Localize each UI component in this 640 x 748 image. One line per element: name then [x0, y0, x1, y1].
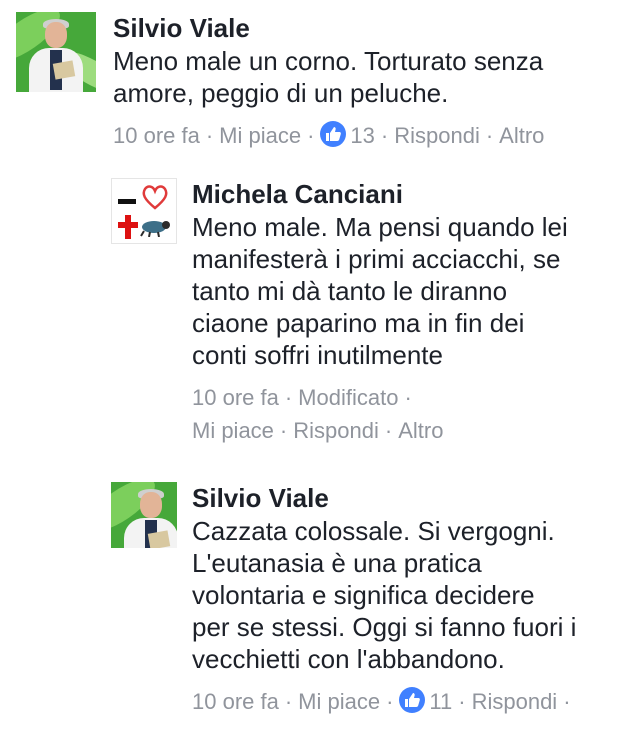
comment-text-line: ciaone paparino ma in fin dei	[192, 308, 525, 338]
comment-text-line: manifesterà i primi acciacchi, se	[192, 244, 561, 274]
comment-meta: 10 ore fa · Mi piace · 13 · Rispondi · Altro	[113, 119, 626, 152]
avatar[interactable]	[111, 482, 177, 548]
creature-icon	[140, 221, 170, 237]
comment-text-line: per se stessi. Oggi si fanno fuori i	[192, 612, 577, 642]
reply-button[interactable]: Rispondi	[293, 418, 379, 443]
comment-author[interactable]: Silvio Viale	[192, 482, 626, 514]
separator: ·	[284, 689, 293, 715]
timestamp[interactable]: 10 ore fa	[113, 123, 200, 148]
like-button[interactable]: Mi piace	[298, 689, 380, 714]
separator: ·	[279, 418, 288, 444]
reply-comment: Silvio Viale Cazzata colossale. Si vergo…	[111, 482, 626, 718]
comment-text-line: conti soffri inutilmente	[192, 340, 443, 370]
comment-text-line: Meno male. Ma pensi quando lei	[192, 212, 568, 242]
separator: ·	[404, 385, 412, 411]
comment-text: Meno male un corno. Torturato senza amor…	[113, 45, 626, 109]
thumbs-up-icon	[399, 687, 426, 714]
cross-icon	[118, 215, 138, 239]
comment-text-line: volontaria e significa decidere	[192, 580, 535, 610]
reply-comment: Michela Canciani Meno male. Ma pensi qua…	[111, 178, 626, 447]
comment-author[interactable]: Silvio Viale	[113, 12, 626, 44]
separator: ·	[384, 418, 393, 444]
thumbs-up-icon	[320, 121, 347, 148]
comment-text: Cazzata colossale. Si vergogni. L'eutana…	[192, 515, 626, 675]
comment-text-line: tanto mi dà tanto le diranno	[192, 276, 508, 306]
separator: ·	[458, 689, 466, 715]
comment-meta: Mi piace · Rispondi · Altro	[192, 414, 626, 447]
timestamp[interactable]: 10 ore fa	[192, 385, 279, 410]
comment: Silvio Viale Meno male un corno. Tortura…	[16, 12, 626, 152]
comment-text-line: amore, peggio di un peluche.	[113, 78, 449, 108]
separator: ·	[386, 689, 394, 715]
edited-label[interactable]: Modificato	[298, 385, 398, 410]
separator: ·	[380, 123, 389, 149]
separator: ·	[284, 385, 293, 411]
timestamp[interactable]: 10 ore fa	[192, 689, 279, 714]
like-button[interactable]: Mi piace	[219, 123, 301, 148]
comment-text-line: Cazzata colossale. Si vergogni.	[192, 516, 555, 546]
minus-icon	[118, 199, 136, 204]
more-button[interactable]: Altro	[499, 123, 544, 148]
avatar[interactable]	[16, 12, 96, 92]
separator: ·	[563, 689, 571, 715]
comment-meta: 10 ore fa · Mi piace · 11 · Rispondi ·	[192, 685, 626, 718]
comment-text-line: vecchietti con l'abbandono.	[192, 644, 505, 674]
heart-icon	[142, 185, 168, 210]
comment-text-line: L'eutanasia è una pratica	[192, 548, 482, 578]
comment-text-line: Meno male un corno. Torturato senza	[113, 46, 544, 76]
separator: ·	[485, 123, 494, 149]
like-count[interactable]: 11	[429, 689, 452, 714]
separator: ·	[307, 123, 315, 149]
separator: ·	[205, 123, 214, 149]
comment-text: Meno male. Ma pensi quando lei manifeste…	[192, 211, 626, 371]
like-count[interactable]: 13	[350, 123, 374, 148]
like-button[interactable]: Mi piace	[192, 418, 274, 443]
reply-button[interactable]: Rispondi	[472, 689, 558, 714]
comment-meta: 10 ore fa · Modificato ·	[192, 381, 626, 414]
more-button[interactable]: Altro	[398, 418, 443, 443]
comment-author[interactable]: Michela Canciani	[192, 178, 626, 210]
reply-button[interactable]: Rispondi	[394, 123, 480, 148]
avatar[interactable]	[111, 178, 177, 244]
